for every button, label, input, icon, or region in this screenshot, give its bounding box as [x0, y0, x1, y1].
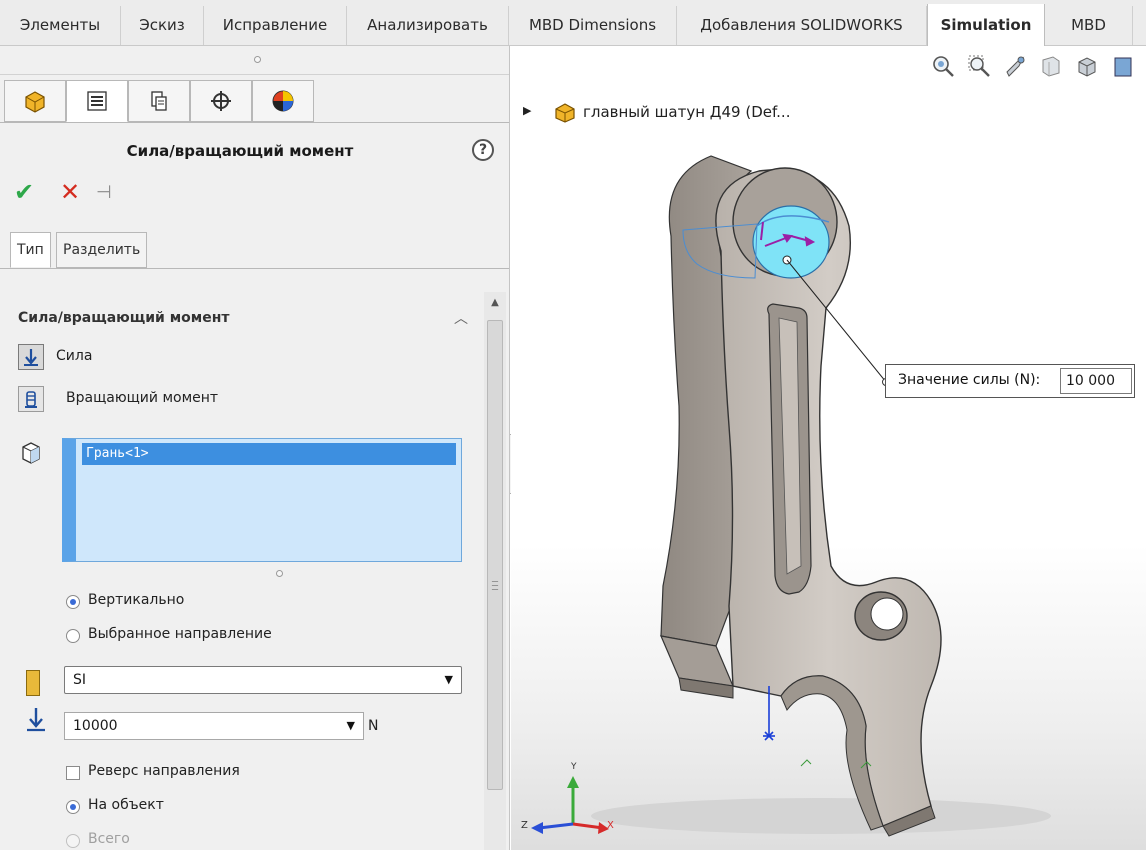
radio-vertical-label: Вертикально — [88, 592, 185, 608]
torque-option-button[interactable] — [18, 386, 44, 412]
torque-option-label: Вращающий момент — [66, 390, 219, 406]
divider — [0, 74, 509, 75]
property-manager-panel: Сила/вращающий момент ? ✔ ✕ ⊣ Тип Раздел… — [0, 46, 510, 850]
reverse-direction-checkbox[interactable] — [66, 766, 80, 780]
tab-mbd[interactable]: MBD — [1045, 6, 1133, 45]
unit-system-value: SI — [73, 672, 87, 688]
selection-list[interactable]: Грань<1> — [62, 438, 462, 562]
group-title: Сила/вращающий момент — [18, 310, 230, 326]
configuration-manager-icon — [151, 91, 167, 111]
ok-check-icon[interactable]: ✔ — [14, 178, 34, 206]
tab-sketch[interactable]: Эскиз — [121, 6, 204, 45]
tab-mbd-dimensions[interactable]: MBD Dimensions — [509, 6, 677, 45]
tab-type[interactable]: Тип — [10, 232, 51, 268]
grip-icon: ─ ─ ─ — [492, 577, 499, 596]
scroll-thumb[interactable]: ─ ─ ─ — [487, 320, 503, 790]
force-torque-group: Сила/вращающий момент ︿ Сила Вращающий м… — [10, 290, 482, 850]
property-manager-icon — [87, 91, 107, 111]
chevron-down-icon[interactable]: ▼ — [347, 713, 355, 739]
radio-selected-direction[interactable] — [66, 629, 80, 643]
chevron-up-icon[interactable]: ︿ — [454, 308, 468, 328]
triad-z-label: Z — [521, 820, 528, 831]
property-manager-tab[interactable] — [66, 80, 128, 122]
force-option-label: Сила — [56, 348, 93, 364]
radio-selected-direction-label: Выбранное направление — [88, 626, 272, 642]
highlighted-bore-face — [752, 205, 830, 279]
display-manager-icon — [272, 90, 294, 112]
force-unit-label: N — [368, 718, 379, 734]
help-icon[interactable]: ? — [472, 139, 494, 161]
pin-icon[interactable]: ⊣ — [96, 182, 112, 203]
force-arrow-icon — [24, 349, 38, 366]
ribbon-tab-bar: Элементы Эскиз Исправление Анализировать… — [0, 0, 1146, 47]
radio-per-item-label: На объект — [88, 797, 164, 813]
chevron-down-icon: ▼ — [444, 673, 453, 686]
radio-total-label: Всего — [88, 831, 130, 847]
triad-x-label: X — [607, 820, 614, 831]
display-manager-tab[interactable] — [252, 80, 314, 122]
face-selection-icon — [20, 440, 42, 468]
divider — [0, 122, 509, 123]
divider — [0, 268, 509, 269]
ruler-icon — [26, 670, 40, 696]
configuration-manager-tab[interactable] — [128, 80, 190, 122]
tab-analyze[interactable]: Анализировать — [347, 6, 509, 45]
tab-evaluate[interactable]: Исправление — [204, 6, 347, 45]
cancel-x-icon[interactable]: ✕ — [60, 178, 80, 206]
rod-front-face — [715, 169, 942, 827]
triad-y-label: Y — [571, 762, 577, 772]
force-value-callout[interactable]: Значение силы (N): 10 000 — [885, 364, 1135, 398]
tab-simulation[interactable]: Simulation — [927, 4, 1045, 47]
callout-label: Значение силы (N): — [898, 372, 1041, 388]
force-option-button[interactable] — [18, 344, 44, 370]
unit-system-select[interactable]: SI ▼ — [64, 666, 462, 694]
scroll-up-arrow-icon[interactable]: ▲ — [484, 292, 506, 314]
force-value-icon — [26, 706, 46, 738]
list-resize-grip[interactable] — [276, 570, 283, 577]
feature-manager-tab[interactable] — [4, 80, 66, 122]
radio-vertical[interactable] — [66, 595, 80, 609]
view-triad — [531, 776, 609, 834]
dimxpert-manager-icon — [211, 91, 231, 111]
callout-value-input[interactable]: 10 000 — [1060, 368, 1132, 394]
tab-features[interactable]: Элементы — [0, 6, 121, 45]
graphics-viewport[interactable]: ▶ главный шатун Д49 (Def... Y X Z Значен… — [511, 46, 1146, 850]
feature-manager-icon — [25, 91, 45, 113]
reverse-direction-label: Реверс направления — [88, 763, 240, 779]
torque-icon — [25, 391, 37, 408]
dimxpert-manager-tab[interactable] — [190, 80, 252, 122]
list-item[interactable]: Грань<1> — [82, 443, 456, 465]
panel-resize-grip[interactable] — [254, 56, 261, 63]
page-title: Сила/вращающий момент — [126, 142, 354, 160]
panel-scrollbar[interactable]: ▲ ─ ─ ─ — [484, 292, 506, 850]
rod-bottom-block — [660, 635, 734, 687]
radio-total[interactable] — [66, 834, 80, 848]
force-value-text: 10000 — [73, 718, 118, 734]
force-value-input[interactable]: 10000 ▼ — [64, 712, 364, 740]
radio-per-item[interactable] — [66, 800, 80, 814]
tab-split[interactable]: Разделить — [56, 232, 148, 268]
connecting-rod-model[interactable] — [511, 46, 1146, 850]
tab-solidworks-addins[interactable]: Добавления SOLIDWORKS — [677, 6, 927, 45]
